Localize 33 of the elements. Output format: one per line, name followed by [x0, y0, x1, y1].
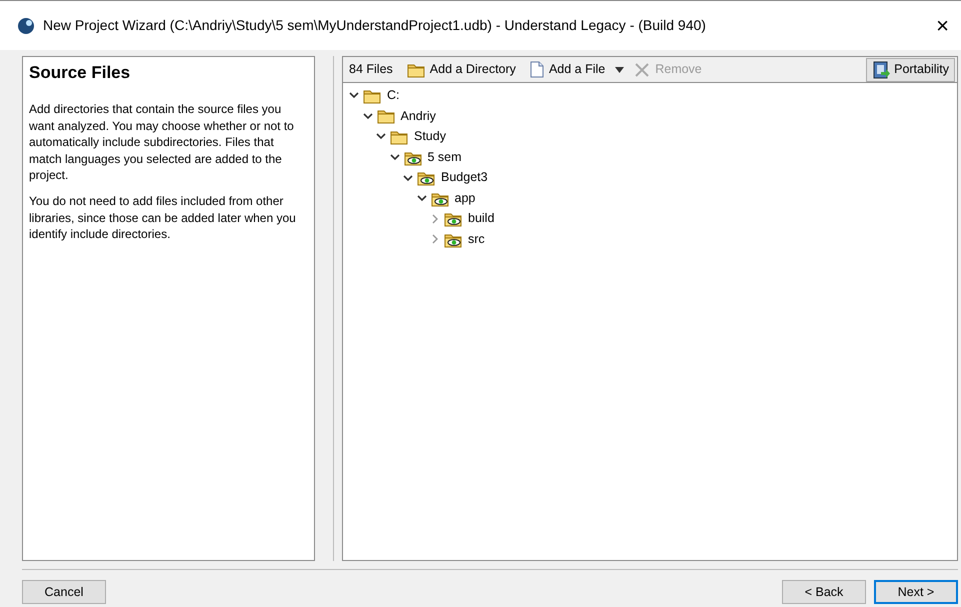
chevron-down-icon[interactable]: [390, 152, 400, 162]
dropdown-caret-icon: [615, 66, 624, 72]
tree-item[interactable]: C:: [387, 86, 400, 105]
tree-item[interactable]: Andriy: [400, 106, 436, 126]
dialog-button[interactable]: Cancel: [22, 580, 106, 604]
tree-item[interactable]: Budget3: [441, 168, 488, 188]
chevron-down-icon[interactable]: [362, 110, 372, 121]
toolbar-button[interactable]: Add a Directory: [402, 60, 520, 79]
panel-heading: Source Files: [29, 63, 132, 84]
description-text: You do not need to add files included from other libraries, since those can be added later when you identify include directories.: [29, 193, 297, 243]
tree-item[interactable]: src: [468, 230, 485, 249]
chevron-down-icon[interactable]: [376, 131, 386, 142]
dialog-button[interactable]: < Back: [782, 580, 866, 604]
chevron-down-icon[interactable]: [403, 172, 413, 183]
close-button[interactable]: ×: [932, 14, 953, 36]
description-text: Add directories that contain the source files you want analyzed. You may choose whether or not to automatically include subdirectories. Files that match languages you selected are added to the project.: [29, 101, 295, 184]
portability-icon: [872, 60, 890, 78]
document-icon: [530, 61, 544, 78]
portability-button[interactable]: Portability: [866, 58, 955, 82]
toolbar-button[interactable]: Add a File: [526, 60, 610, 79]
app-logo-icon: [17, 16, 35, 34]
chevron-right-icon[interactable]: [430, 234, 440, 244]
chevron-down-icon[interactable]: [416, 193, 426, 204]
tree-item[interactable]: 5 sem: [428, 148, 462, 166]
x-icon: [634, 62, 650, 78]
tree-item[interactable]: Study: [414, 127, 446, 146]
window-title: New Project Wizard (C:\Andriy\Study\5 sem\MyUnderstandProject1.udb) - Understand Legacy - (Build 940): [43, 16, 707, 35]
chevron-down-icon[interactable]: [349, 90, 359, 100]
tree-item[interactable]: build: [468, 209, 494, 228]
chevron-right-icon[interactable]: [430, 214, 440, 224]
dialog-button[interactable]: Next >: [874, 580, 958, 604]
file-count: 84 Files: [348, 61, 394, 78]
tree-item[interactable]: app: [454, 188, 476, 208]
